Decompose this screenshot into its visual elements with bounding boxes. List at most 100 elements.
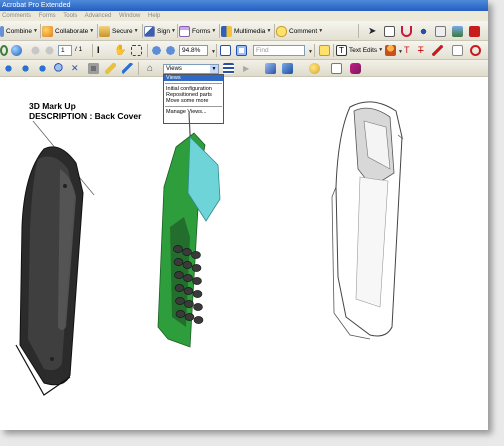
keypad-key [182,248,192,256]
keypad-key [173,258,184,266]
zoom-level-field[interactable]: 94.8% [179,45,208,56]
stamp-dropdown-icon[interactable]: ▼ [398,49,403,55]
projection-icon[interactable] [265,63,276,74]
globe-icon[interactable] [11,45,22,56]
3d-toolbar: ✕ ⌂ ▶ [0,60,488,77]
image-icon[interactable] [452,26,463,37]
zoom-out-icon[interactable] [151,45,162,56]
lighting-icon[interactable] [309,63,320,74]
form-icon [179,25,190,37]
down-arrow-icon[interactable] [44,45,55,56]
keypad-key [183,274,193,282]
stamp-icon[interactable] [385,45,396,56]
speech-icon [276,25,287,37]
menu-help[interactable]: Help [148,13,160,19]
page-total: / 1 [75,46,83,53]
ocr-icon[interactable] [384,26,395,37]
oval-tool-icon[interactable] [470,45,481,56]
navigation-toolbar: 1 / 1 I ✋ 94.8% ▼ Find ▼ T Text Edits ▼ ▼… [0,41,488,60]
tasks-toolbar: Combine ▼ Collaborate ▼ Secure ▼ Sign ▼ Form… [0,21,488,41]
multimedia-button[interactable]: Multimedia ▼ [221,24,271,38]
views-list-icon[interactable] [223,63,234,74]
nodes-icon[interactable] [418,26,429,37]
render-mode-icon[interactable] [282,63,293,74]
zoom-in-icon[interactable] [165,45,176,56]
rotate-icon[interactable] [3,63,14,74]
keypad-key [184,300,194,308]
keypad-key [193,303,203,311]
marquee-zoom-icon[interactable] [131,45,142,56]
front-cover-model [331,101,404,340]
find-dropdown-icon[interactable]: ▼ [308,49,313,55]
menu-comments[interactable]: Comments [2,13,31,19]
camera-icon[interactable] [88,63,99,74]
lock-icon [99,25,110,37]
keypad-key [175,297,185,305]
film-icon [221,25,232,37]
highlight-text-icon[interactable]: T [404,45,415,56]
page-number-input[interactable]: 1 [58,45,72,56]
keypad-key [174,284,185,292]
title-bar: Acrobat Pro Extended [0,0,488,11]
cross-section-icon[interactable] [350,63,361,74]
document-icon[interactable] [435,26,446,37]
home-icon[interactable]: ⌂ [147,63,158,74]
secure-button[interactable]: Secure ▼ [99,24,139,38]
forms-button[interactable]: Forms ▼ [179,24,216,38]
hand-icon[interactable]: ✋ [114,45,126,56]
select-arrow-icon[interactable]: ➤ [368,26,379,37]
text-edits-button[interactable]: T Text Edits ▼ [336,43,383,57]
markup-title: 3D Mark Up [29,101,76,111]
views-select[interactable]: Views ▼ [163,64,219,74]
pan-icon[interactable] [37,63,48,74]
background-color-icon[interactable] [331,63,342,74]
menu-tools[interactable]: Tools [63,13,77,19]
menu-advanced[interactable]: Advanced [85,13,112,19]
keypad-key [175,310,186,318]
spin-icon[interactable] [20,63,31,74]
sign-button[interactable]: Sign ▼ [144,24,176,38]
menu-window[interactable]: Window [119,13,140,19]
acrobat-window: Acrobat Pro Extended Comments Forms Tool… [0,0,488,430]
window-title: Acrobat Pro Extended [2,2,71,9]
magnet-icon[interactable] [401,26,412,37]
keypad-key [192,277,202,285]
markup-caption: 3D Mark Up DESCRIPTION : Back Cover [29,101,141,121]
comment-3d-icon[interactable] [122,63,133,74]
collaborate-button[interactable]: Collaborate ▼ [42,24,94,38]
comment-button[interactable]: Comment ▼ [276,24,323,38]
keypad-key [183,287,194,295]
keypad-key [182,261,193,269]
menu-bar: Comments Forms Tools Advanced Window Hel… [0,11,488,21]
keypad-key [173,245,183,253]
keypad-key [191,251,201,259]
combine-button[interactable]: Combine ▼ [0,24,38,38]
markup-description: DESCRIPTION : Back Cover [29,111,142,121]
users-icon [42,25,53,37]
menu-forms[interactable]: Forms [39,13,56,19]
keypad-key [174,271,184,279]
refresh-icon[interactable] [0,45,8,56]
pdf-icon[interactable] [469,26,480,37]
keypad-key [184,313,195,321]
3d-viewport[interactable] [0,77,488,430]
measure-icon[interactable] [105,63,116,74]
text-select-icon[interactable]: I [97,45,108,56]
pen-icon [144,25,155,37]
play-icon[interactable]: ▶ [243,63,254,74]
zoom-icon[interactable] [54,63,65,74]
sticky-note-icon[interactable] [319,45,330,56]
keypad-key [193,316,204,324]
fit-page-icon[interactable] [220,45,231,56]
find-input[interactable]: Find [253,45,305,56]
chevron-down-icon: ▼ [210,65,218,73]
up-arrow-icon[interactable] [30,45,41,56]
back-cover-model [15,146,84,396]
walk-icon[interactable]: ✕ [71,63,82,74]
pencil-icon[interactable] [432,45,443,56]
strike-text-icon[interactable]: T [418,45,429,56]
rectangle-tool-icon[interactable] [452,45,463,56]
pcb-keypad-model [157,112,221,348]
keypad-key [191,264,202,272]
fit-width-icon[interactable] [236,45,247,56]
